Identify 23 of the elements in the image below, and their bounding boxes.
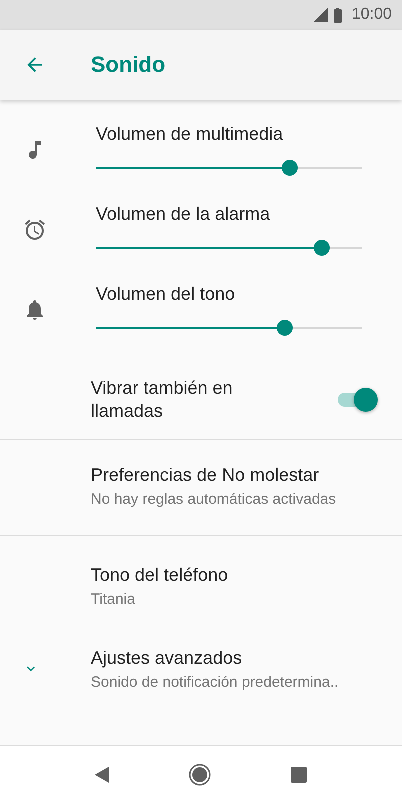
setting-summary: Titania [91,590,136,608]
back-triangle-icon[interactable] [95,767,109,783]
setting-title: Ajustes avanzados [91,648,244,668]
screen-title: Sonido [91,52,166,78]
slider-thumb[interactable] [282,160,298,176]
setting-title: Tono del teléfono [91,564,228,586]
slider-thumb[interactable] [276,320,293,336]
slider-label: Volumen de multimedia [96,124,284,145]
volume-slider[interactable] [96,240,362,256]
setting-summary: Sonido de notificación predetermina.. [91,674,339,690]
slider-label: Volumen de la alarma [96,204,272,225]
home-circle-icon[interactable] [189,764,211,786]
setting-label: Vibrar también en llamadas [91,377,234,423]
alarm-clock-icon [23,218,47,242]
volume-slider[interactable] [96,160,362,176]
clock-time: 10:00 [352,6,392,24]
volume-slider[interactable] [96,320,362,336]
setting-title: Preferencias de No molestar [91,464,320,486]
setting-summary: No hay reglas automáticas activadas [91,490,336,508]
slider-thumb[interactable] [314,240,330,256]
battery-icon [334,8,342,22]
signal-icon [314,8,328,22]
slider-label: Volumen del tono [96,284,236,305]
